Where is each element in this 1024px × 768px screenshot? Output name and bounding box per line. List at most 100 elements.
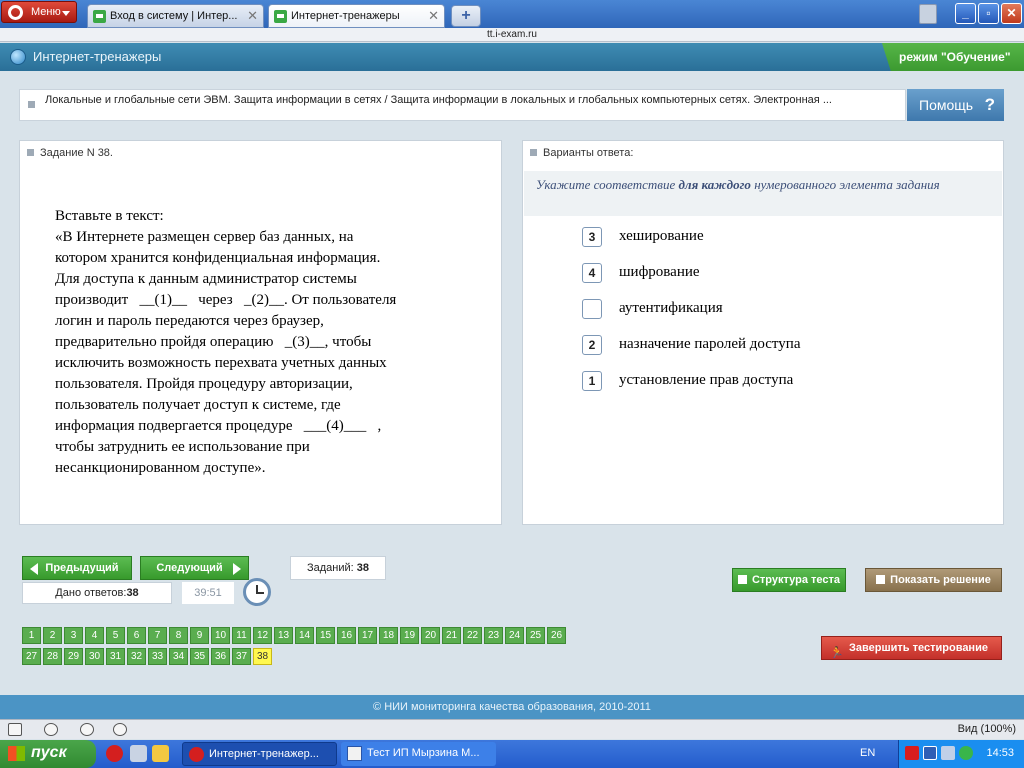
question-number-button[interactable]: 35: [190, 648, 209, 665]
answers-title-row: Варианты ответа:: [530, 147, 633, 159]
answer-instruction: Укажите соответствие для каждого нумеров…: [524, 171, 1002, 216]
next-button[interactable]: Следующий: [140, 556, 249, 580]
unite-icon[interactable]: [80, 723, 94, 736]
sync-icon[interactable]: [44, 723, 58, 736]
question-number-button[interactable]: 22: [463, 627, 482, 644]
question-number-button[interactable]: 38: [253, 648, 272, 665]
question-number-button[interactable]: 23: [484, 627, 503, 644]
help-button[interactable]: Помощь ?: [907, 89, 1004, 121]
question-number-button[interactable]: 17: [358, 627, 377, 644]
question-number-button[interactable]: 20: [421, 627, 440, 644]
test-structure-button[interactable]: Структура теста: [732, 568, 846, 592]
site-footer: © НИИ мониторинга качества образования, …: [0, 695, 1024, 719]
question-number-button[interactable]: 21: [442, 627, 461, 644]
close-window-button[interactable]: ✕: [1001, 3, 1022, 24]
test-structure-label: Структура теста: [751, 574, 841, 586]
new-tab-button[interactable]: +: [451, 5, 481, 27]
browser-tab-trainers[interactable]: Интернет-тренажеры ✕: [268, 4, 445, 28]
question-number-button[interactable]: 37: [232, 648, 251, 665]
question-number-button[interactable]: 7: [148, 627, 167, 644]
answer-number-input[interactable]: [582, 299, 602, 319]
answer-number-input[interactable]: 1: [582, 371, 602, 391]
site-name: Интернет-тренажеры: [33, 49, 162, 64]
taskbar-item-word[interactable]: Тест ИП Мырзина М...: [341, 742, 496, 766]
save-quicklaunch-icon[interactable]: [130, 745, 147, 762]
monitor-icon[interactable]: [941, 746, 955, 760]
answered-count-value: 38: [126, 587, 139, 599]
question-number-button[interactable]: 8: [169, 627, 188, 644]
question-number-button[interactable]: 24: [505, 627, 524, 644]
question-number-button[interactable]: 12: [253, 627, 272, 644]
question-number-button[interactable]: 32: [127, 648, 146, 665]
start-button[interactable]: пуск: [0, 740, 96, 768]
hint-text: нумерованного элемента задания: [750, 177, 940, 192]
finish-test-button[interactable]: 🏃 Завершить тестирование: [821, 636, 1002, 660]
question-number-button[interactable]: 36: [211, 648, 230, 665]
question-number-button[interactable]: 1: [22, 627, 41, 644]
question-number-button[interactable]: 14: [295, 627, 314, 644]
task-line: Для доступа к данным администратор систе…: [55, 271, 357, 287]
address-bar[interactable]: tt.i-exam.ru: [0, 28, 1024, 42]
question-number-button[interactable]: 25: [526, 627, 545, 644]
tab-close-icon[interactable]: ✕: [428, 8, 439, 24]
question-number-button[interactable]: 19: [400, 627, 419, 644]
browser-tab-bar: Меню Вход в систему | Интер... ✕ Интерне…: [0, 0, 1024, 28]
answer-number-input[interactable]: 2: [582, 335, 602, 355]
question-number-button[interactable]: 9: [190, 627, 209, 644]
question-number-button[interactable]: 4: [85, 627, 104, 644]
question-number-button[interactable]: 11: [232, 627, 251, 644]
question-number-button[interactable]: 10: [211, 627, 230, 644]
hint-bold: для каждого: [678, 177, 751, 192]
question-number-button[interactable]: 2: [43, 627, 62, 644]
opera-menu-button[interactable]: Меню: [1, 1, 77, 23]
turbo-icon[interactable]: [113, 723, 127, 736]
question-number-button[interactable]: 13: [274, 627, 293, 644]
question-number-button[interactable]: 3: [64, 627, 83, 644]
task-line: информация подвергается процедуре ___(4)…: [55, 418, 382, 434]
question-number-button[interactable]: 29: [64, 648, 83, 665]
question-number-button[interactable]: 31: [106, 648, 125, 665]
question-number-button[interactable]: 27: [22, 648, 41, 665]
question-number-button[interactable]: 6: [127, 627, 146, 644]
globe-icon: [10, 49, 26, 65]
previous-button[interactable]: Предыдущий: [22, 556, 132, 580]
finish-test-label: Завершить тестирование: [849, 642, 988, 654]
desktop-quicklaunch-icon[interactable]: [152, 745, 169, 762]
answer-label: шифрование: [619, 264, 700, 280]
clock-icon: [243, 578, 271, 606]
question-number-button[interactable]: 5: [106, 627, 125, 644]
answered-count-box: Дано ответов:38: [22, 582, 172, 604]
tab-close-icon[interactable]: ✕: [247, 8, 258, 24]
help-label: Помощь: [919, 97, 974, 113]
question-number-button[interactable]: 30: [85, 648, 104, 665]
language-indicator[interactable]: EN: [860, 747, 875, 759]
answer-number-input[interactable]: 4: [582, 263, 602, 283]
browser-tab-login[interactable]: Вход в систему | Интер... ✕: [87, 4, 264, 28]
question-number-button[interactable]: 28: [43, 648, 62, 665]
copyright-text: © НИИ мониторинга качества образования, …: [373, 701, 651, 713]
opera-menu-label: Меню: [31, 6, 61, 18]
zoom-level[interactable]: Вид (100%): [958, 723, 1016, 735]
tasks-count-label: Заданий:: [306, 562, 354, 574]
site-favicon-icon: [93, 10, 106, 23]
network-icon[interactable]: [923, 746, 937, 760]
answer-number-input[interactable]: 3: [582, 227, 602, 247]
question-number-button[interactable]: 16: [337, 627, 356, 644]
opera-quicklaunch-icon[interactable]: [106, 745, 123, 762]
question-number-button[interactable]: 18: [379, 627, 398, 644]
antivirus-icon[interactable]: [905, 746, 919, 760]
update-icon[interactable]: [959, 746, 973, 760]
show-solution-button[interactable]: Показать решение: [865, 568, 1002, 592]
question-number-button[interactable]: 15: [316, 627, 335, 644]
timer-display: 39:51: [182, 582, 234, 604]
question-mark-icon: ?: [984, 95, 995, 114]
maximize-button[interactable]: ▫: [978, 3, 999, 24]
word-document-icon: [347, 746, 362, 761]
question-number-button[interactable]: 34: [169, 648, 188, 665]
question-number-button[interactable]: 26: [547, 627, 566, 644]
panel-toggle-icon[interactable]: [8, 723, 22, 736]
question-number-button[interactable]: 33: [148, 648, 167, 665]
trash-icon[interactable]: [919, 4, 937, 24]
minimize-button[interactable]: _: [955, 3, 976, 24]
taskbar-item-opera[interactable]: Интернет-тренажер...: [182, 742, 337, 766]
